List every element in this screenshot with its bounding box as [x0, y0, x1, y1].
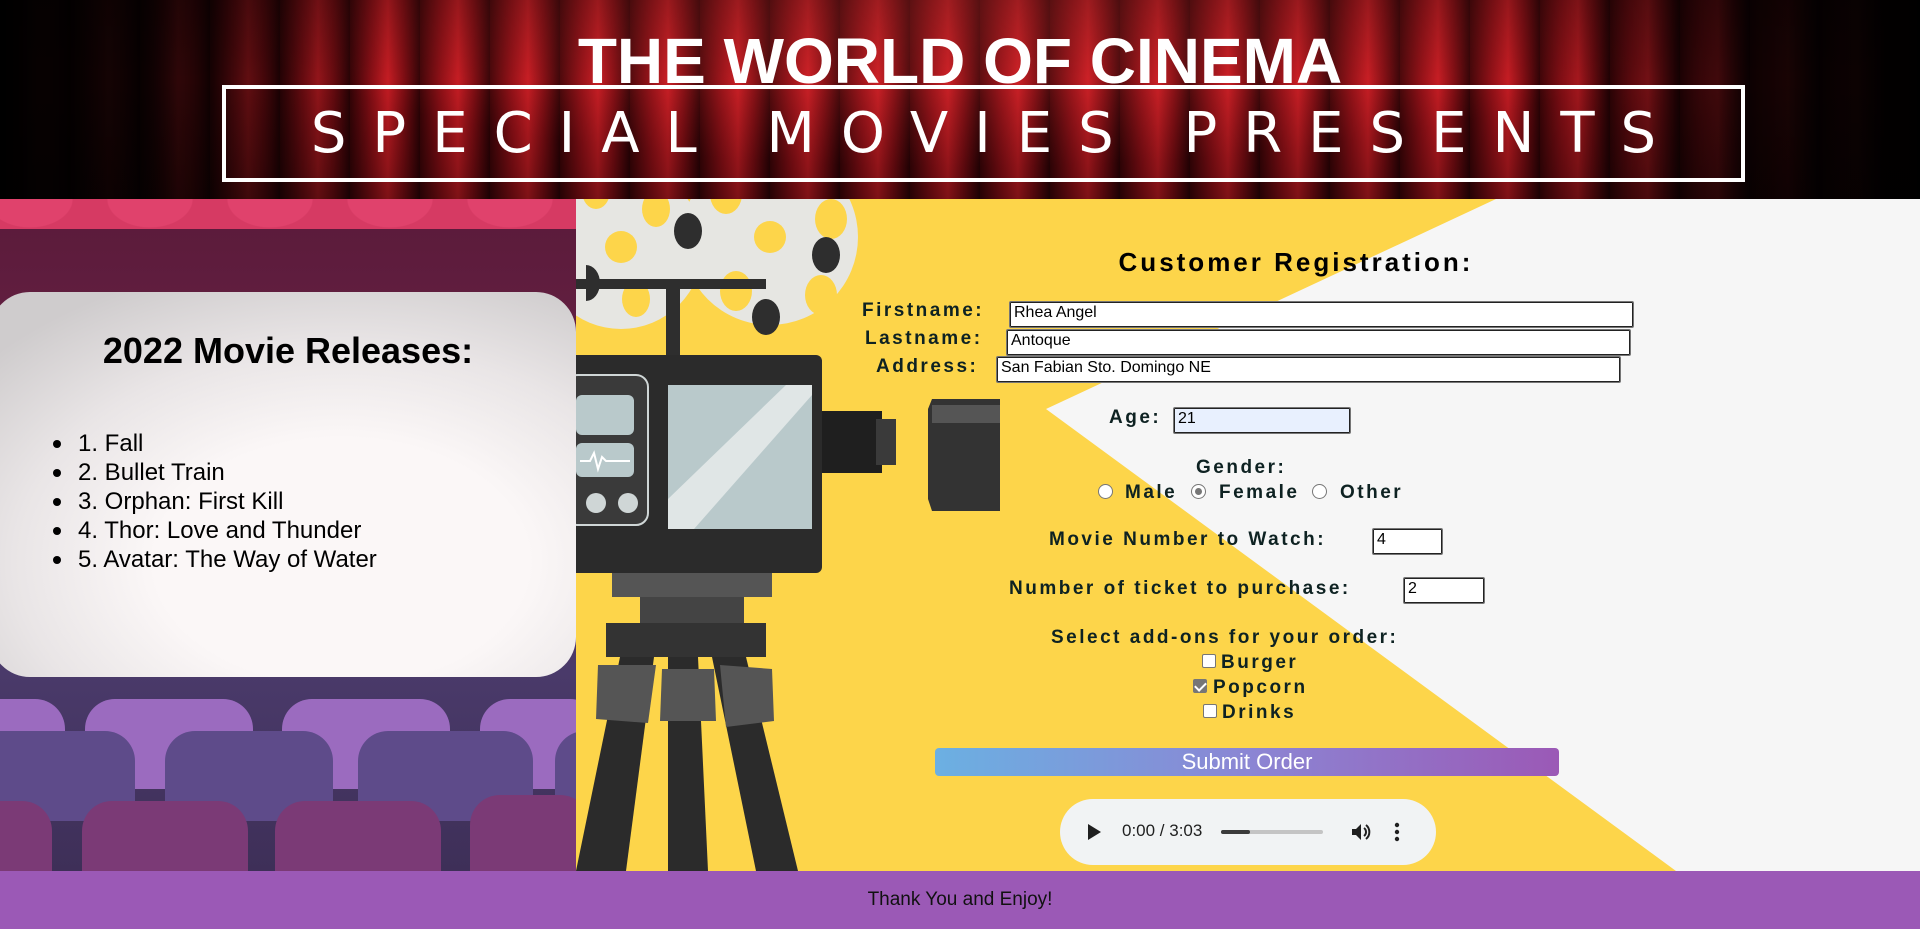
banner-box: SPECIAL MOVIES PRESENTS [222, 85, 1745, 182]
firstname-label: Firstname: [862, 300, 985, 321]
release-item: 1. Fall [53, 429, 377, 458]
submit-order-button[interactable]: Submit Order [935, 748, 1559, 776]
gender-other-radio[interactable] [1312, 484, 1327, 499]
age-label: Age: [1109, 407, 1162, 428]
gender-male-label: Male [1125, 482, 1178, 503]
site-footer: Thank You and Enjoy! [0, 871, 1920, 929]
gender-female-radio[interactable] [1191, 484, 1206, 499]
registration-area: Customer Registration: Firstname: Rhea A… [576, 199, 1920, 871]
gender-male-radio[interactable] [1098, 484, 1113, 499]
address-label: Address: [876, 356, 979, 377]
release-item: 3. Orphan: First Kill [53, 487, 377, 516]
volume-icon[interactable] [1350, 821, 1372, 843]
gender-other-label: Other [1340, 482, 1404, 503]
age-field[interactable]: 21 [1173, 407, 1351, 434]
addon-burger-label: Burger [1221, 652, 1299, 673]
movie-number-field[interactable]: 4 [1372, 528, 1443, 555]
site-header: THE WORLD OF CINEMA SPECIAL MOVIES PRESE… [0, 0, 1920, 199]
addon-drinks-label: Drinks [1222, 702, 1297, 723]
address-field[interactable]: San Fabian Sto. Domingo NE [996, 356, 1621, 383]
audio-time: 0:00 / 3:03 [1122, 821, 1203, 840]
audio-player: 0:00 / 3:03 [1060, 799, 1436, 865]
lastname-field[interactable]: Antoque [1006, 329, 1631, 356]
audio-seek-bar[interactable] [1221, 830, 1323, 834]
tickets-field[interactable]: 2 [1403, 577, 1485, 604]
releases-card: 2022 Movie Releases: 1. Fall 2. Bullet T… [0, 292, 576, 677]
addons-label: Select add-ons for your order: [1051, 627, 1399, 648]
addon-popcorn-label: Popcorn [1213, 677, 1308, 698]
addon-burger-checkbox[interactable] [1202, 654, 1216, 668]
gender-label: Gender: [1196, 457, 1287, 478]
release-item: 2. Bullet Train [53, 458, 377, 487]
curtain-valance [0, 199, 576, 259]
gender-female-label: Female [1219, 482, 1300, 503]
addon-popcorn-checkbox[interactable] [1193, 679, 1207, 693]
play-icon[interactable] [1086, 823, 1102, 841]
footer-text: Thank You and Enjoy! [867, 889, 1053, 910]
theater-seat [0, 801, 52, 871]
firstname-field[interactable]: Rhea Angel [1009, 301, 1634, 328]
addon-drinks-checkbox[interactable] [1203, 704, 1217, 718]
release-item: 5. Avatar: The Way of Water [53, 545, 377, 574]
more-vert-icon[interactable] [1393, 821, 1401, 843]
release-item: 4. Thor: Love and Thunder [53, 516, 377, 545]
releases-title: 2022 Movie Releases: [102, 330, 474, 371]
theater-seat [470, 795, 576, 871]
theater-panel: 2022 Movie Releases: 1. Fall 2. Bullet T… [0, 199, 576, 871]
releases-list: 1. Fall 2. Bullet Train 3. Orphan: First… [53, 429, 377, 574]
audio-progress [1221, 830, 1250, 834]
lastname-label: Lastname: [865, 328, 983, 349]
tickets-label: Number of ticket to purchase: [1009, 578, 1351, 599]
theater-seat [82, 801, 248, 871]
theater-seat [275, 801, 441, 871]
movie-number-label: Movie Number to Watch: [1049, 529, 1327, 550]
form-title: Customer Registration: [1118, 247, 1474, 277]
banner-text: SPECIAL MOVIES PRESENTS [310, 101, 1683, 166]
